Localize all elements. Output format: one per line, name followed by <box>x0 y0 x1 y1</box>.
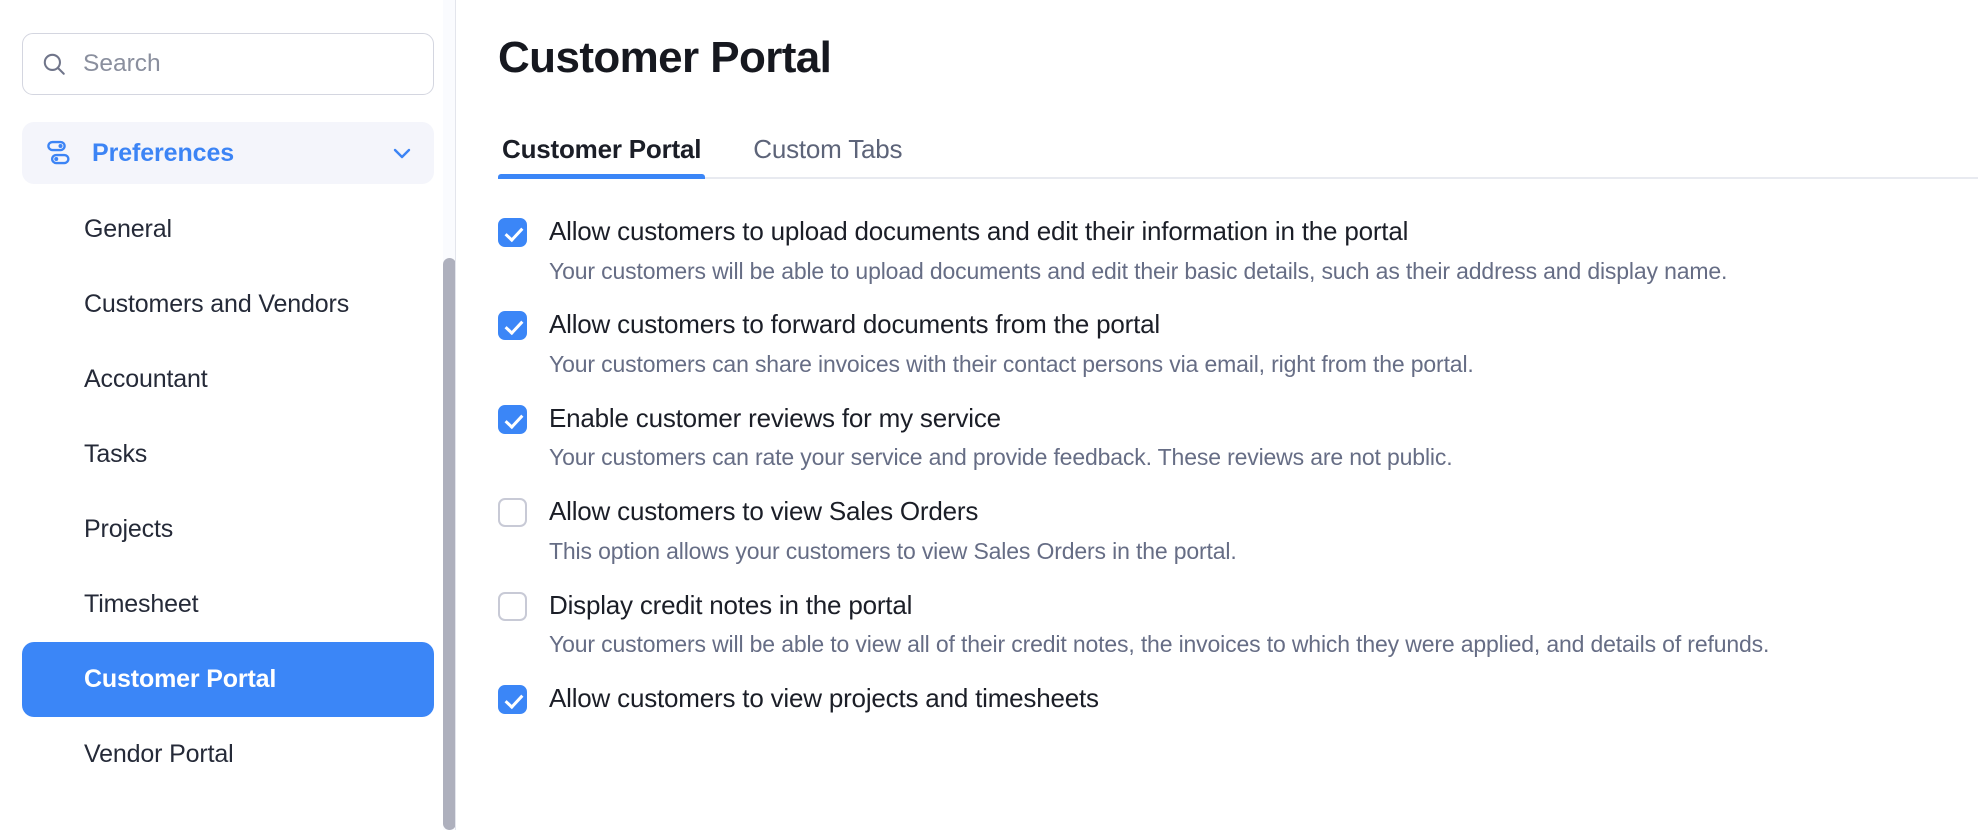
option-description: This option allows your customers to vie… <box>549 537 1978 567</box>
option-row: Allow customers to view projects and tim… <box>498 682 1978 715</box>
sidebar-item-timesheet[interactable]: Timesheet <box>22 567 434 642</box>
option-row: Allow customers to view Sales Orders Thi… <box>498 495 1978 566</box>
tab-custom-tabs[interactable]: Custom Tabs <box>749 134 906 179</box>
sidebar: Preferences General Customers and Vendor… <box>0 0 456 830</box>
sidebar-item-vendor-portal[interactable]: Vendor Portal <box>22 717 434 792</box>
page-title: Customer Portal <box>498 33 1978 83</box>
sidebar-item-projects[interactable]: Projects <box>22 492 434 567</box>
search-input[interactable] <box>83 50 415 78</box>
main-content: Customer Portal Customer Portal Custom T… <box>456 0 1978 830</box>
option-row: Allow customers to upload documents and … <box>498 215 1978 286</box>
option-texts: Allow customers to forward documents fro… <box>549 308 1978 379</box>
option-label: Allow customers to forward documents fro… <box>549 308 1978 341</box>
option-label: Enable customer reviews for my service <box>549 402 1978 435</box>
chevron-down-icon[interactable] <box>390 141 414 165</box>
sidebar-item-general[interactable]: General <box>22 192 434 267</box>
option-description: Your customers will be able to upload do… <box>549 257 1978 287</box>
search-icon <box>41 51 67 77</box>
settings-page: Preferences General Customers and Vendor… <box>0 0 1978 830</box>
option-texts: Allow customers to upload documents and … <box>549 215 1978 286</box>
search-box[interactable] <box>22 33 434 95</box>
option-label: Allow customers to view Sales Orders <box>549 495 1978 528</box>
option-row: Display credit notes in the portal Your … <box>498 589 1978 660</box>
option-description: Your customers will be able to view all … <box>549 630 1978 660</box>
sliders-icon <box>44 138 74 168</box>
option-label: Allow customers to view projects and tim… <box>549 682 1978 715</box>
option-description: Your customers can share invoices with t… <box>549 350 1978 380</box>
option-texts: Allow customers to view Sales Orders Thi… <box>549 495 1978 566</box>
option-label: Display credit notes in the portal <box>549 589 1978 622</box>
sidebar-item-customer-portal[interactable]: Customer Portal <box>22 642 434 717</box>
option-label: Allow customers to upload documents and … <box>549 215 1978 248</box>
sidebar-item-customers-and-vendors[interactable]: Customers and Vendors <box>22 267 434 342</box>
option-texts: Enable customer reviews for my service Y… <box>549 402 1978 473</box>
checkbox-allow-upload-documents[interactable] <box>498 218 527 247</box>
sidebar-section-label: Preferences <box>92 139 390 168</box>
options-list: Allow customers to upload documents and … <box>498 215 1978 714</box>
tab-customer-portal[interactable]: Customer Portal <box>498 134 705 179</box>
option-row: Allow customers to forward documents fro… <box>498 308 1978 379</box>
sidebar-item-accountant[interactable]: Accountant <box>22 342 434 417</box>
checkbox-enable-customer-reviews[interactable] <box>498 405 527 434</box>
checkbox-allow-view-projects-timesheets[interactable] <box>498 685 527 714</box>
search-container <box>22 33 434 95</box>
checkbox-allow-view-sales-orders[interactable] <box>498 498 527 527</box>
option-texts: Allow customers to view projects and tim… <box>549 682 1978 715</box>
sidebar-nav-list: General Customers and Vendors Accountant… <box>0 192 456 792</box>
checkbox-allow-forward-documents[interactable] <box>498 311 527 340</box>
option-description: Your customers can rate your service and… <box>549 443 1978 473</box>
tab-bar: Customer Portal Custom Tabs <box>498 125 1978 179</box>
checkbox-display-credit-notes[interactable] <box>498 592 527 621</box>
sidebar-section-preferences[interactable]: Preferences <box>22 122 434 184</box>
option-texts: Display credit notes in the portal Your … <box>549 589 1978 660</box>
option-row: Enable customer reviews for my service Y… <box>498 402 1978 473</box>
sidebar-item-tasks[interactable]: Tasks <box>22 417 434 492</box>
